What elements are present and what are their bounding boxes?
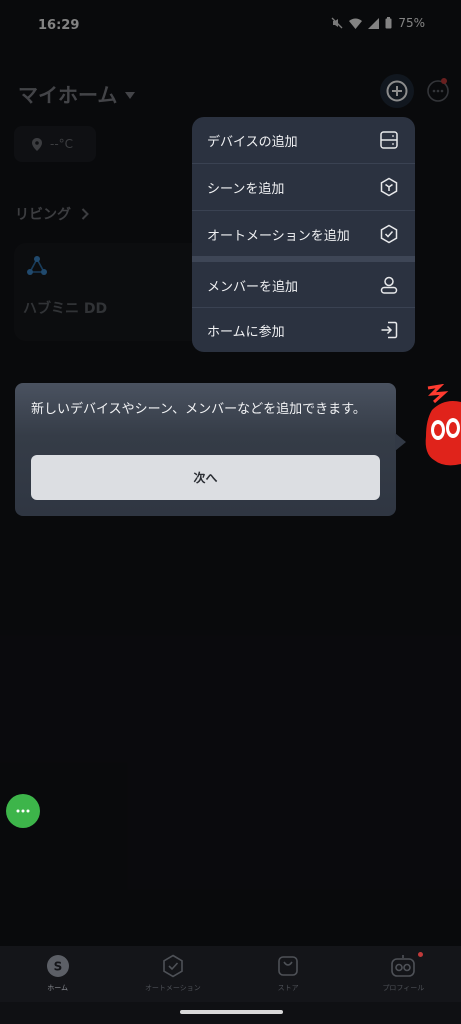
assistant-fab[interactable] [0, 789, 44, 833]
menu-item-add-member[interactable]: メンバーを追加 [192, 262, 415, 308]
notification-dot [417, 952, 423, 957]
menu-item-label: メンバーを追加 [207, 279, 299, 295]
nav-item-profile[interactable]: プロフィール [346, 946, 461, 1002]
onboarding-tooltip: 新しいデバイスやシーン、メンバーなどを追加できます。 次へ [15, 383, 396, 516]
home-gesture-pill[interactable] [180, 1010, 283, 1014]
plus-circle-icon [386, 80, 408, 102]
status-time: 16:29 [38, 18, 80, 33]
enter-door-icon [381, 321, 398, 339]
device-card[interactable]: ハブミニ DD [14, 243, 204, 341]
nav-item-automation[interactable]: オートメーション [115, 946, 230, 1002]
location-pin-icon [32, 137, 42, 151]
battery-percent: 75% [398, 16, 425, 30]
chevron-down-icon [125, 91, 136, 99]
mute-icon [331, 17, 343, 29]
next-button[interactable]: 次へ [31, 455, 380, 500]
svg-text:S: S [53, 960, 62, 974]
notification-dot [441, 78, 447, 84]
mascot-icon [425, 384, 461, 466]
nav-item-store[interactable]: ストア [231, 946, 346, 1002]
menu-item-label: ホームに参加 [207, 324, 285, 340]
home-title: マイホーム [18, 83, 118, 107]
person-icon [380, 276, 398, 294]
chevron-right-icon [81, 208, 89, 220]
tooltip-text: 新しいデバイスやシーン、メンバーなどを追加できます。 [31, 402, 366, 417]
menu-item-label: シーンを追加 [207, 181, 285, 197]
nav-label: プロフィール [382, 984, 425, 992]
status-bar: 16:29 75% [0, 0, 461, 50]
store-bag-icon [278, 956, 298, 976]
home-selector[interactable]: マイホーム [18, 79, 136, 108]
menu-item-add-device[interactable]: デバイスの追加 [192, 117, 415, 163]
tooltip-arrow [395, 433, 406, 451]
status-icons: 75% [331, 16, 425, 30]
device-panel-icon [380, 131, 398, 149]
nav-label: オートメーション [144, 984, 201, 992]
room-link[interactable]: リビング [15, 204, 89, 224]
nav-item-home[interactable]: S ホーム [0, 946, 115, 1002]
wifi-icon [349, 18, 363, 29]
more-dots-icon [16, 809, 30, 813]
signal-icon [368, 17, 380, 29]
scene-cube-icon [380, 177, 398, 197]
nav-label: ストア [277, 984, 299, 992]
home-s-icon: S [46, 955, 69, 977]
device-name: ハブミニ DD [23, 301, 108, 317]
profile-robot-icon [391, 955, 416, 977]
battery-icon [385, 17, 392, 29]
room-name: リビング [15, 207, 71, 223]
automation-icon [163, 954, 183, 978]
bottom-nav: S ホーム オートメーション ストア プロフィール [0, 946, 461, 1002]
automation-shield-icon [380, 224, 398, 244]
menu-item-add-automation[interactable]: オートメーションを追加 [192, 211, 415, 257]
weather-chip[interactable]: --°C [14, 126, 96, 162]
more-menu-icon[interactable] [425, 78, 451, 104]
add-button[interactable] [380, 74, 414, 108]
home-screen: 16:29 75% マイホーム --°C リビング ハブミニ DD デバイスの追… [0, 0, 461, 1024]
nav-label: ホーム [47, 984, 69, 992]
add-menu: デバイスの追加 シーンを追加 オートメーションを追加 メンバーを追加 ホームに参… [192, 117, 415, 352]
next-button-label: 次へ [193, 471, 218, 485]
hub-icon [27, 256, 47, 275]
fab-button [6, 794, 40, 828]
menu-item-add-scene[interactable]: シーンを追加 [192, 164, 415, 210]
menu-item-join-home[interactable]: ホームに参加 [192, 307, 415, 352]
menu-item-label: オートメーションを追加 [207, 228, 350, 244]
menu-item-label: デバイスの追加 [207, 134, 298, 150]
temperature-text: --°C [50, 137, 74, 151]
